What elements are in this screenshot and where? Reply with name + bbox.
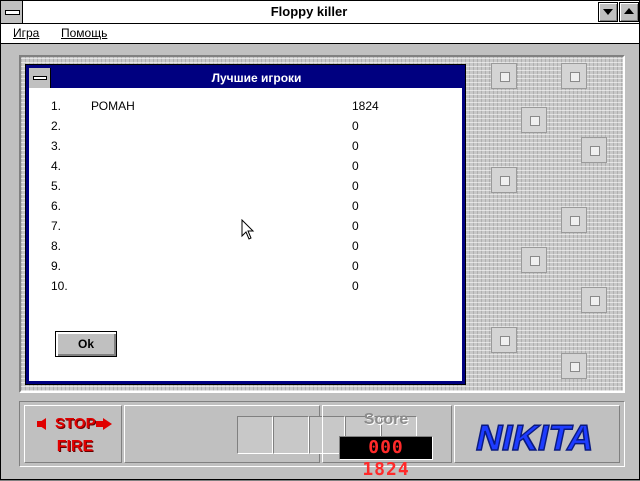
dialog-system-menu-icon	[33, 76, 47, 80]
player-score: 1824	[352, 99, 379, 113]
score-row: 4. 0	[29, 156, 462, 176]
menu-game-label: Игра	[13, 26, 40, 40]
inventory-section	[124, 405, 417, 463]
maximize-icon	[624, 8, 634, 14]
player-score: 0	[352, 219, 359, 233]
rank: 2.	[51, 119, 62, 133]
board-tile	[561, 207, 587, 233]
minimize-button[interactable]	[598, 2, 618, 22]
score-row: 5. 0	[29, 176, 462, 196]
player-score: 0	[352, 179, 359, 193]
score-row: 3. 0	[29, 136, 462, 156]
board-tile	[561, 63, 587, 89]
logo-text: NIKITA	[473, 417, 599, 458]
mouse-pointer-icon	[241, 219, 255, 240]
rank: 3.	[51, 139, 62, 153]
inventory-slot	[273, 416, 309, 454]
fire-button[interactable]: FIRE	[35, 436, 115, 458]
rank: 1.	[51, 99, 62, 113]
menu-game[interactable]: Игра	[13, 24, 39, 43]
board-tile	[581, 287, 607, 313]
player-score: 0	[352, 119, 359, 133]
rank: 10.	[51, 279, 68, 293]
player-score: 0	[352, 139, 359, 153]
score-row: 10. 0	[29, 276, 462, 296]
board-tile	[561, 353, 587, 379]
player-name: РОМАН	[91, 99, 135, 113]
board-tile	[491, 327, 517, 353]
rank: 8.	[51, 239, 62, 253]
rank: 9.	[51, 259, 62, 273]
rank: 6.	[51, 199, 62, 213]
inventory-slot	[237, 416, 273, 454]
board-tile	[521, 247, 547, 273]
rank: 7.	[51, 219, 62, 233]
score-label: Score	[363, 411, 409, 428]
menu-help[interactable]: Помощь	[61, 24, 107, 43]
window-title: Floppy killer	[270, 4, 348, 19]
stop-label: STOP	[55, 415, 96, 432]
board-tile	[491, 63, 517, 89]
player-score: 0	[352, 159, 359, 173]
dialog-title: Лучшие игроки	[211, 71, 302, 85]
score-section: Score 000 1824	[322, 405, 452, 480]
rank: 5.	[51, 179, 62, 193]
maximize-button[interactable]	[619, 2, 639, 22]
score-row: 2. 0	[29, 116, 462, 136]
stop-button[interactable]: STOP	[35, 414, 115, 434]
board-tile	[581, 137, 607, 163]
score-row: 9. 0	[29, 256, 462, 276]
board-tile	[491, 167, 517, 193]
controls-section: STOP FIRE	[24, 405, 122, 463]
system-menu-icon	[5, 10, 20, 15]
stop-fire-control: STOP FIRE	[35, 414, 115, 458]
logo-section: NIKITA	[454, 405, 620, 463]
system-menu-button[interactable]	[1, 1, 23, 23]
rank: 4.	[51, 159, 62, 173]
ok-button[interactable]: Ok	[55, 331, 117, 357]
board-tile	[521, 107, 547, 133]
minimize-icon	[603, 9, 613, 15]
menu-help-label: Помощь	[61, 26, 108, 40]
title-bar: Floppy killer	[1, 1, 639, 24]
status-panel: STOP FIRE Score 000 1824 NIKITA	[19, 401, 625, 480]
player-score: 0	[352, 279, 359, 293]
menu-bar: Игра Помощь	[1, 24, 639, 44]
dialog-system-menu-button[interactable]	[29, 68, 51, 88]
score-row: 1. РОМАН 1824	[29, 96, 462, 116]
arrow-right-icon	[96, 418, 112, 430]
player-score: 0	[352, 259, 359, 273]
dialog-title-bar: Лучшие игроки	[29, 68, 462, 88]
score-row: 6. 0	[29, 196, 462, 216]
score-display: 000 1824	[339, 436, 433, 480]
nikita-logo: NIKITA	[472, 417, 599, 459]
main-window: Floppy killer Игра Помощь Лучшие игроки …	[0, 0, 640, 480]
arrow-left-icon	[37, 418, 46, 430]
player-score: 0	[352, 239, 359, 253]
player-score: 0	[352, 199, 359, 213]
